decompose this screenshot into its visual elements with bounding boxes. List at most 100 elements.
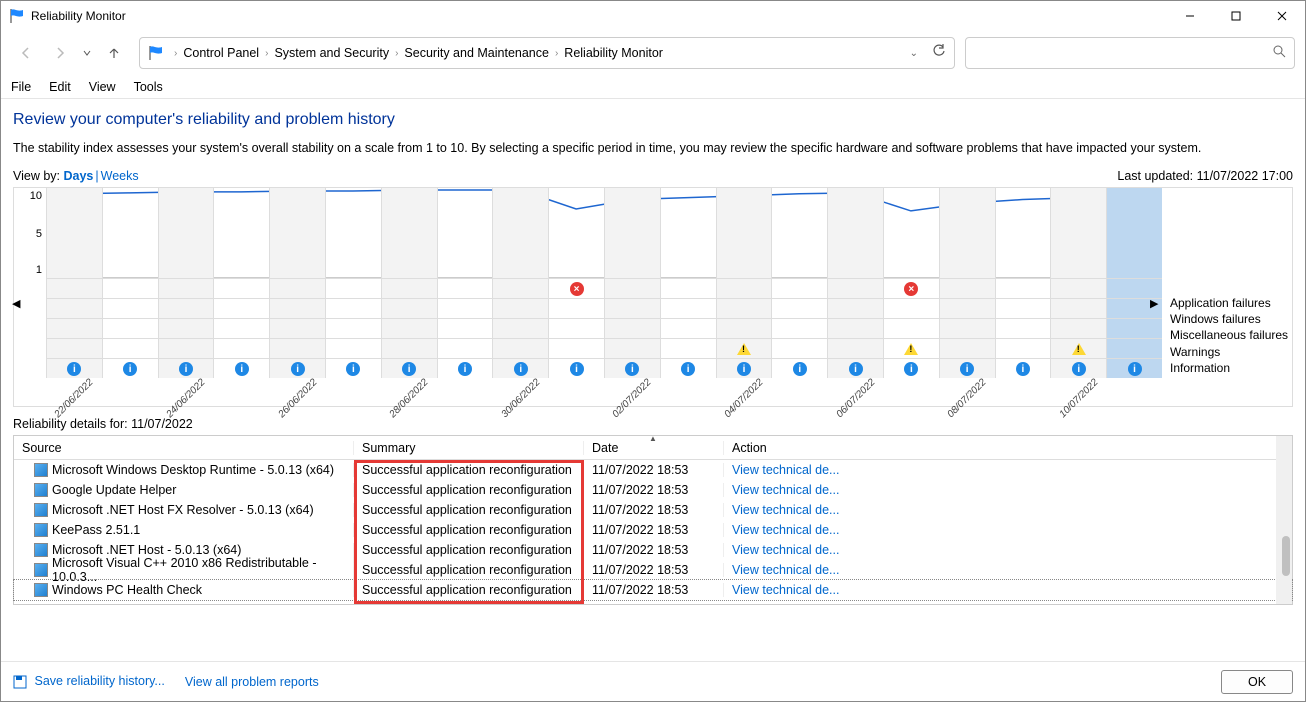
app-icon (34, 483, 48, 497)
menu-edit[interactable]: Edit (49, 80, 71, 94)
maximize-button[interactable] (1213, 1, 1259, 31)
date-text: 11/07/2022 18:53 (584, 583, 724, 597)
app-icon (34, 583, 48, 597)
date-text: 11/07/2022 18:53 (584, 543, 724, 557)
action-link[interactable]: View technical de... (724, 523, 844, 537)
warn-icon (904, 343, 918, 355)
chart-grid[interactable]: 22/06/202224/06/202226/06/202228/06/2022… (46, 188, 1162, 376)
date-label: 24/06/2022 (164, 377, 207, 420)
details-header: Reliability details for: 11/07/2022 (13, 417, 1293, 431)
event-row: ×× (46, 278, 1162, 298)
summary-text: Successful application reconfiguration (354, 523, 584, 537)
info-icon: i (123, 362, 137, 376)
date-label: 02/07/2022 (611, 377, 654, 420)
chevron-right-icon[interactable]: › (172, 48, 179, 59)
info-icon: i (291, 362, 305, 376)
app-icon (34, 503, 48, 517)
col-date[interactable]: ▲Date (584, 441, 724, 455)
source-text: KeePass 2.51.1 (52, 523, 140, 537)
minimize-button[interactable] (1167, 1, 1213, 31)
recent-dropdown[interactable] (79, 38, 95, 68)
forward-button[interactable] (45, 38, 75, 68)
chevron-down-icon[interactable]: ⌄ (910, 48, 918, 59)
action-link[interactable]: View technical de... (724, 563, 844, 577)
source-text: Microsoft .NET Host - 5.0.13 (x64) (52, 543, 241, 557)
chevron-right-icon[interactable]: › (393, 48, 400, 59)
view-all-reports-link[interactable]: View all problem reports (185, 675, 319, 689)
up-button[interactable] (99, 38, 129, 68)
table-row[interactable]: KeePass 2.51.1 Successful application rec… (14, 520, 1292, 540)
crumb-0[interactable]: Control Panel (179, 46, 263, 60)
back-button[interactable] (11, 38, 41, 68)
details-table: Source Summary ▲Date Action Microsoft Wi… (13, 435, 1293, 605)
y-tick: 10 (30, 190, 42, 202)
summary-text: Successful application reconfiguration (354, 543, 584, 557)
scrollbar-thumb[interactable] (1282, 536, 1290, 576)
date-text: 11/07/2022 18:53 (584, 523, 724, 537)
vertical-scrollbar[interactable] (1276, 436, 1292, 604)
table-header: Source Summary ▲Date Action (14, 436, 1292, 460)
search-icon (1272, 44, 1286, 63)
table-row[interactable]: Google Update HelperSuccessful applicati… (14, 480, 1292, 500)
legend-item: Warnings (1170, 344, 1292, 360)
info-icon: i (960, 362, 974, 376)
viewby-weeks[interactable]: Weeks (101, 169, 139, 183)
date-label: 22/06/2022 (53, 377, 96, 420)
date-text: 11/07/2022 18:53 (584, 483, 724, 497)
save-history-link[interactable]: Save reliability history... (13, 674, 165, 689)
sort-indicator-icon: ▲ (649, 434, 657, 443)
titlebar: Reliability Monitor (1, 1, 1305, 31)
crumb-2[interactable]: Security and Maintenance (400, 46, 553, 60)
menu-file[interactable]: File (11, 80, 31, 94)
window-controls (1167, 1, 1305, 31)
source-text: Google Update Helper (52, 483, 176, 497)
col-source[interactable]: Source (14, 441, 354, 455)
ok-button[interactable]: OK (1221, 670, 1293, 694)
col-summary[interactable]: Summary (354, 441, 584, 455)
crumb-1[interactable]: System and Security (270, 46, 393, 60)
chevron-right-icon[interactable]: › (263, 48, 270, 59)
search-box[interactable] (965, 37, 1295, 69)
legend-item: Information (1170, 360, 1292, 376)
refresh-button[interactable] (932, 44, 946, 63)
last-updated: Last updated: 11/07/2022 17:00 (1117, 169, 1293, 183)
action-link[interactable]: View technical de... (724, 463, 844, 477)
event-row: iiiiiiiiiiiiiiiiiiii (46, 358, 1162, 378)
table-row[interactable]: Microsoft Windows Desktop Runtime - 5.0.… (14, 460, 1292, 480)
info-icon: i (346, 362, 360, 376)
info-icon: i (179, 362, 193, 376)
col-action[interactable]: Action (724, 441, 844, 455)
table-row[interactable]: Microsoft .NET Host FX Resolver - 5.0.13… (14, 500, 1292, 520)
action-link[interactable]: View technical de... (724, 483, 844, 497)
summary-text: Successful application reconfiguration (354, 503, 584, 517)
window-title: Reliability Monitor (31, 9, 126, 23)
table-row[interactable]: Windows PC Health CheckSuccessful applic… (14, 580, 1292, 600)
chart-next-button[interactable]: ▶ (1150, 297, 1164, 310)
action-link[interactable]: View technical de... (724, 543, 844, 557)
menu-tools[interactable]: Tools (134, 80, 163, 94)
table-row[interactable]: Microsoft Visual C++ 2010 x86 Redistribu… (14, 560, 1292, 580)
viewby-days[interactable]: Days (64, 169, 94, 183)
crumb-3[interactable]: Reliability Monitor (560, 46, 667, 60)
page-description: The stability index assesses your system… (13, 141, 1293, 155)
menu-view[interactable]: View (89, 80, 116, 94)
close-button[interactable] (1259, 1, 1305, 31)
flag-icon (9, 8, 25, 24)
info-icon: i (402, 362, 416, 376)
chart-legend: Application failures Windows failures Mi… (1162, 188, 1292, 376)
y-tick: 5 (36, 228, 42, 240)
address-bar[interactable]: › Control Panel › System and Security › … (139, 37, 955, 69)
info-icon: i (1072, 362, 1086, 376)
date-label: 26/06/2022 (276, 377, 319, 420)
info-icon: i (793, 362, 807, 376)
action-link[interactable]: View technical de... (724, 503, 844, 517)
stability-chart: ◀ 10 5 1 22/06/202224/06/202226/06/20222… (13, 187, 1293, 407)
app-icon (34, 463, 48, 477)
table-body: Microsoft Windows Desktop Runtime - 5.0.… (14, 460, 1292, 600)
action-link[interactable]: View technical de... (724, 583, 844, 597)
y-tick: 1 (36, 264, 42, 276)
chevron-right-icon[interactable]: › (553, 48, 560, 59)
info-icon: i (849, 362, 863, 376)
info-icon: i (67, 362, 81, 376)
info-icon: i (235, 362, 249, 376)
